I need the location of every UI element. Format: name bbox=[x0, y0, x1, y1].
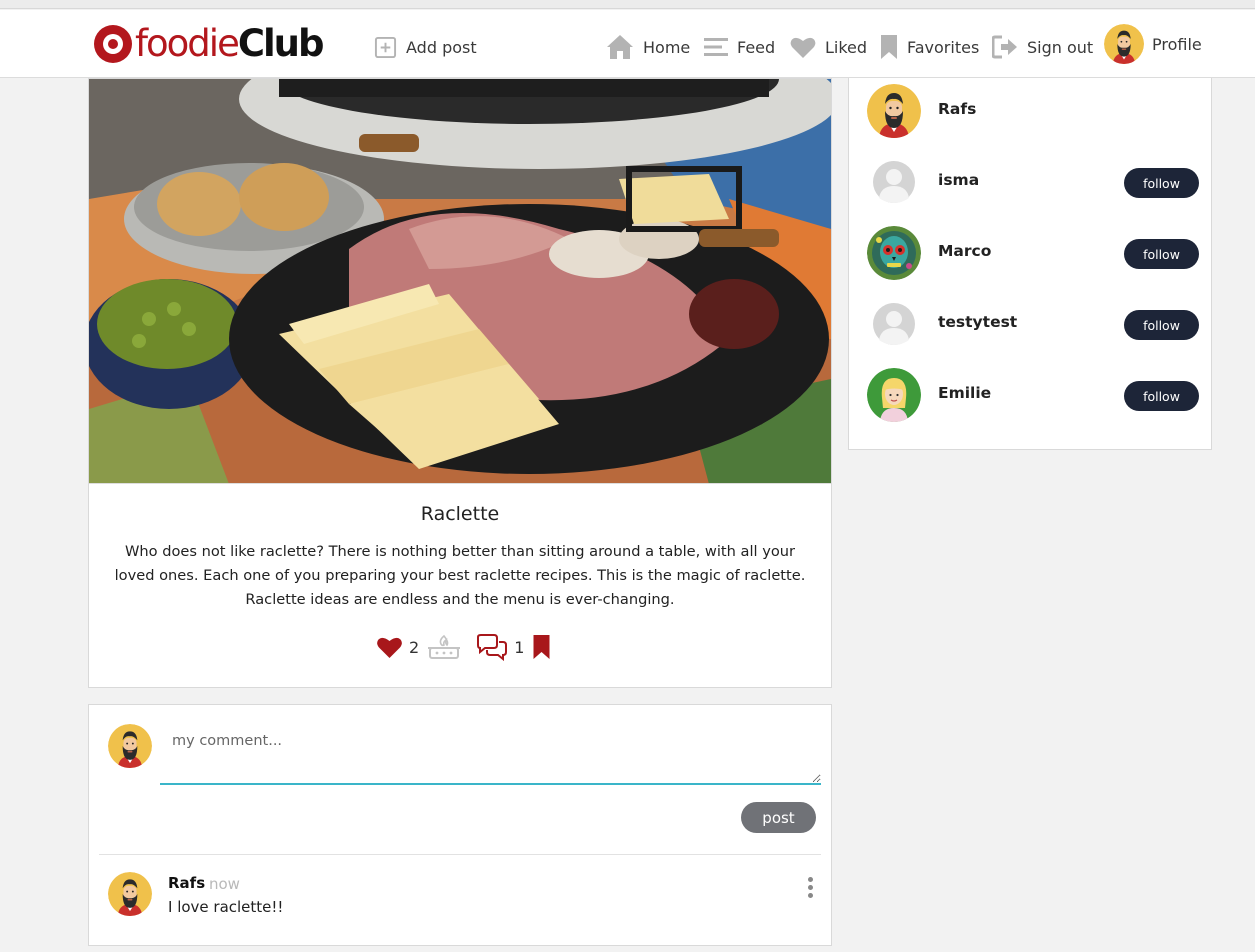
nav-favorites[interactable]: Favorites bbox=[880, 32, 979, 62]
more-vertical-icon[interactable] bbox=[805, 877, 815, 905]
user-name[interactable]: Marco bbox=[938, 242, 991, 260]
heart-icon[interactable] bbox=[376, 636, 403, 659]
user-name[interactable]: Rafs bbox=[938, 100, 976, 118]
nav-home-label: Home bbox=[643, 37, 691, 57]
comments-card: post Rafs now I love raclette!! bbox=[88, 704, 832, 946]
user-name[interactable]: testytest bbox=[938, 313, 1017, 331]
follow-button[interactable]: follow bbox=[1124, 239, 1199, 269]
avatar bbox=[1104, 24, 1144, 64]
avatar[interactable] bbox=[867, 297, 921, 351]
divider bbox=[99, 854, 821, 855]
nav-liked[interactable]: Liked bbox=[790, 32, 867, 62]
bookmark-icon bbox=[881, 35, 897, 59]
nav-feed[interactable]: Feed bbox=[704, 32, 775, 62]
avatar[interactable] bbox=[867, 226, 921, 280]
bookmark-icon[interactable] bbox=[532, 634, 551, 660]
follow-button[interactable]: follow bbox=[1124, 168, 1199, 198]
post-description: Who does not like raclette? There is not… bbox=[114, 543, 806, 608]
nav-home[interactable]: Home bbox=[606, 32, 690, 62]
avatar[interactable] bbox=[867, 155, 921, 209]
nav-profile[interactable]: Profile bbox=[1104, 24, 1202, 64]
user-name[interactable]: Emilie bbox=[938, 384, 991, 402]
avatar[interactable] bbox=[867, 84, 921, 138]
user-name[interactable]: isma bbox=[938, 171, 979, 189]
logo-text-club: Club bbox=[237, 22, 325, 65]
nav-favorites-label: Favorites bbox=[907, 37, 980, 57]
foodieclub-logo[interactable]: foodieClub bbox=[94, 22, 325, 66]
plate-logo-icon bbox=[94, 25, 132, 63]
post-image[interactable] bbox=[89, 79, 831, 484]
user-row: Rafs bbox=[867, 84, 1201, 140]
nav-liked-label: Liked bbox=[825, 37, 868, 57]
avatar[interactable] bbox=[867, 368, 921, 422]
heart-icon bbox=[790, 37, 816, 58]
nav-add-post[interactable]: Add post bbox=[374, 32, 477, 62]
sign-out-icon bbox=[992, 35, 1017, 59]
logo-text: foodieClub bbox=[135, 22, 325, 66]
user-row: isma follow bbox=[867, 155, 1201, 211]
user-row: testytest follow bbox=[867, 297, 1201, 353]
cooking-pot-icon[interactable] bbox=[427, 633, 461, 661]
menu-icon bbox=[704, 38, 728, 56]
nav-add-post-label: Add post bbox=[406, 37, 477, 57]
post-card: Raclette Who does not like raclette? The… bbox=[88, 78, 832, 688]
comments-icon[interactable] bbox=[475, 633, 508, 661]
comments-count: 1 bbox=[514, 637, 525, 657]
follow-button[interactable]: follow bbox=[1124, 381, 1199, 411]
likes-count: 2 bbox=[409, 637, 420, 657]
top-navbar: foodieClub Add post Home Feed Liked Favo… bbox=[0, 10, 1255, 78]
comment-author[interactable]: Rafs bbox=[168, 874, 205, 892]
user-row: Marco follow bbox=[867, 226, 1201, 282]
user-row: Emilie follow bbox=[867, 368, 1201, 424]
logo-text-foodie: foodie bbox=[135, 22, 240, 65]
nav-profile-label: Profile bbox=[1152, 34, 1202, 54]
users-sidebar: Rafs isma follow Marco follow testytest … bbox=[848, 78, 1212, 450]
nav-sign-out[interactable]: Sign out bbox=[992, 32, 1093, 62]
avatar bbox=[108, 724, 152, 768]
post-title: Raclette bbox=[420, 503, 500, 525]
comment-input[interactable] bbox=[160, 725, 821, 785]
comment-text: I love raclette!! bbox=[168, 898, 284, 916]
plus-square-icon bbox=[374, 36, 397, 58]
post-comment-button[interactable]: post bbox=[741, 802, 816, 833]
home-icon bbox=[607, 35, 633, 59]
follow-button[interactable]: follow bbox=[1124, 310, 1199, 340]
nav-sign-out-label: Sign out bbox=[1027, 37, 1094, 57]
comment-author-avatar bbox=[108, 872, 152, 916]
nav-feed-label: Feed bbox=[737, 37, 776, 57]
comment-time: now bbox=[209, 875, 240, 893]
browser-top-strip bbox=[0, 0, 1255, 9]
post-actions: 2 1 bbox=[376, 632, 551, 662]
raclette-photo bbox=[89, 79, 831, 483]
